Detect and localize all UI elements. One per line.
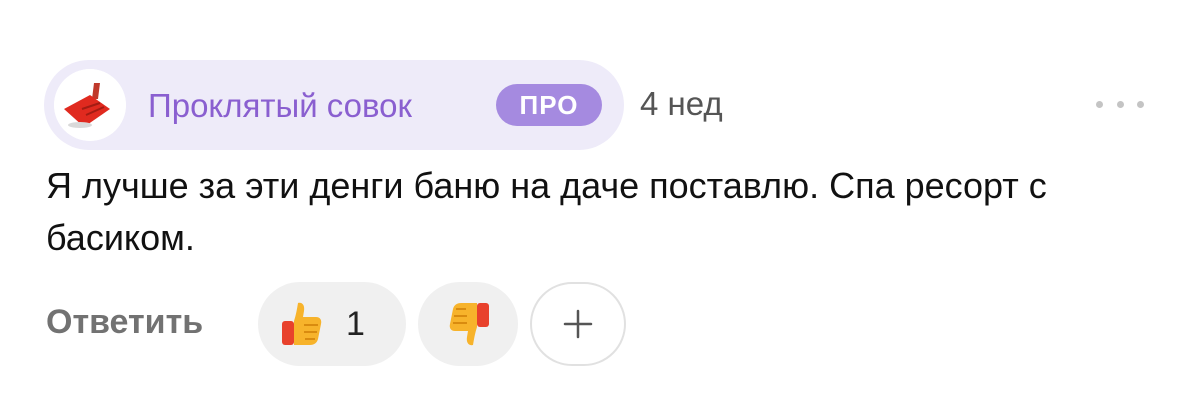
author-chip[interactable]: Проклятый совок ПРО (44, 60, 624, 150)
author-name[interactable]: Проклятый совок (148, 86, 412, 126)
pro-badge: ПРО (496, 84, 602, 126)
like-count: 1 (346, 304, 365, 343)
like-reaction-button[interactable]: 1 (258, 282, 406, 366)
more-dot (1116, 100, 1124, 108)
add-reaction-button[interactable] (530, 282, 626, 366)
comment-text: Я лучше за эти денги баню на даче постав… (46, 165, 1047, 258)
avatar[interactable] (54, 69, 126, 141)
more-options-button[interactable] (1096, 92, 1144, 116)
thumbs-down-icon (449, 303, 489, 346)
more-dot (1137, 100, 1144, 108)
plus-icon (563, 309, 593, 339)
dustpan-icon (54, 69, 126, 141)
timestamp: 4 нед (640, 85, 723, 122)
reply-button[interactable]: Ответить (46, 300, 203, 344)
thumbs-up-icon (282, 302, 322, 345)
more-dot (1096, 100, 1103, 108)
dislike-reaction-button[interactable] (418, 282, 518, 366)
